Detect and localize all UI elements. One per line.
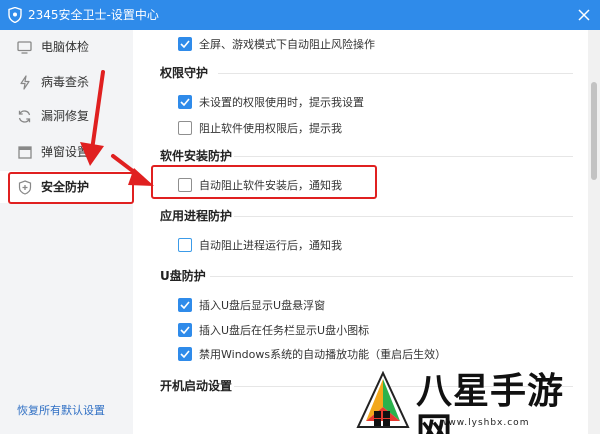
option-label: 阻止软件使用权限后，提示我 (199, 122, 342, 135)
sidebar-item-label: 安全防护 (41, 180, 90, 194)
checkbox-option[interactable]: 自动阻止软件安装后，通知我 (178, 176, 342, 194)
sidebar-item-label: 漏洞修复 (41, 109, 90, 123)
checkbox-unchecked[interactable] (178, 178, 192, 192)
section-divider (234, 156, 573, 157)
checkbox-unchecked[interactable] (178, 238, 192, 252)
section-title-software-install: 软件安装防护 (160, 149, 233, 163)
sidebar-item-vuln-fix[interactable]: 漏洞修复 (0, 100, 133, 132)
monitor-icon (17, 40, 32, 55)
checkbox-checked[interactable] (178, 95, 192, 109)
section-title-permission-guard: 权限守护 (160, 66, 209, 80)
section-title-process-protection: 应用进程防护 (160, 209, 233, 223)
option-label: 禁用Windows系统的自动播放功能（重启后生效） (199, 348, 447, 361)
option-label: 自动阻止进程运行后，通知我 (199, 239, 342, 252)
option-label: 插入U盘后显示U盘悬浮窗 (199, 299, 326, 312)
sidebar-item-virus-scan[interactable]: 病毒查杀 (0, 66, 133, 98)
checkbox-option[interactable]: 阻止软件使用权限后，提示我 (178, 119, 342, 137)
checkbox-option[interactable]: 禁用Windows系统的自动播放功能（重启后生效） (178, 345, 446, 363)
title-bar: 2345安全卫士-设置中心 (0, 0, 600, 30)
checkbox-option[interactable]: 自动阻止进程运行后，通知我 (178, 236, 342, 254)
checkbox-checked[interactable] (178, 347, 192, 361)
sidebar: 电脑体检 病毒查杀 漏洞修复 弹窗设置 安全防护 恢复所有默认设置 (0, 30, 133, 434)
option-label: 未设置的权限使用时，提示我设置 (199, 96, 364, 109)
sidebar-item-label: 电脑体检 (41, 40, 90, 54)
option-label: 插入U盘后在任务栏显示U盘小图标 (199, 324, 370, 337)
checkbox-option[interactable]: 插入U盘后显示U盘悬浮窗 (178, 296, 325, 314)
window-icon (17, 145, 32, 160)
checkbox-checked[interactable] (178, 323, 192, 337)
checkbox-option[interactable]: 全屏、游戏模式下自动阻止风险操作 (178, 35, 375, 53)
scrollbar[interactable] (588, 30, 600, 434)
sidebar-item-popup-settings[interactable]: 弹窗设置 (0, 136, 133, 168)
checkbox-option[interactable]: 未设置的权限使用时，提示我设置 (178, 93, 364, 111)
refresh-icon (17, 109, 32, 124)
sidebar-item-label: 弹窗设置 (41, 145, 90, 159)
option-label: 自动阻止软件安装后，通知我 (199, 179, 342, 192)
option-label: 全屏、游戏模式下自动阻止风险操作 (199, 38, 375, 51)
sidebar-item-pc-checkup[interactable]: 电脑体检 (0, 31, 133, 63)
section-title-usb-protection: U盘防护 (160, 269, 206, 283)
section-divider (218, 73, 573, 74)
section-divider (210, 276, 573, 277)
close-icon[interactable] (574, 5, 594, 25)
shield-logo-icon (8, 6, 22, 24)
checkbox-option[interactable]: 插入U盘后在任务栏显示U盘小图标 (178, 321, 369, 339)
sidebar-item-security-protection[interactable]: 安全防护 (0, 171, 133, 203)
checkbox-unchecked[interactable] (178, 121, 192, 135)
sidebar-item-label: 病毒查杀 (41, 75, 90, 89)
checkbox-checked[interactable] (178, 298, 192, 312)
restore-defaults-link[interactable]: 恢复所有默认设置 (17, 402, 105, 418)
section-divider (234, 216, 573, 217)
checkbox-checked[interactable] (178, 37, 192, 51)
section-title-startup-settings: 开机启动设置 (160, 379, 233, 393)
settings-content: 全屏、游戏模式下自动阻止风险操作 权限守护 未设置的权限使用时，提示我设置 阻止… (133, 30, 588, 434)
scrollbar-thumb[interactable] (591, 82, 597, 180)
lightning-icon (17, 75, 32, 90)
section-divider (234, 386, 573, 387)
window-title: 2345安全卫士-设置中心 (28, 8, 159, 22)
shield-plus-icon (17, 180, 32, 195)
